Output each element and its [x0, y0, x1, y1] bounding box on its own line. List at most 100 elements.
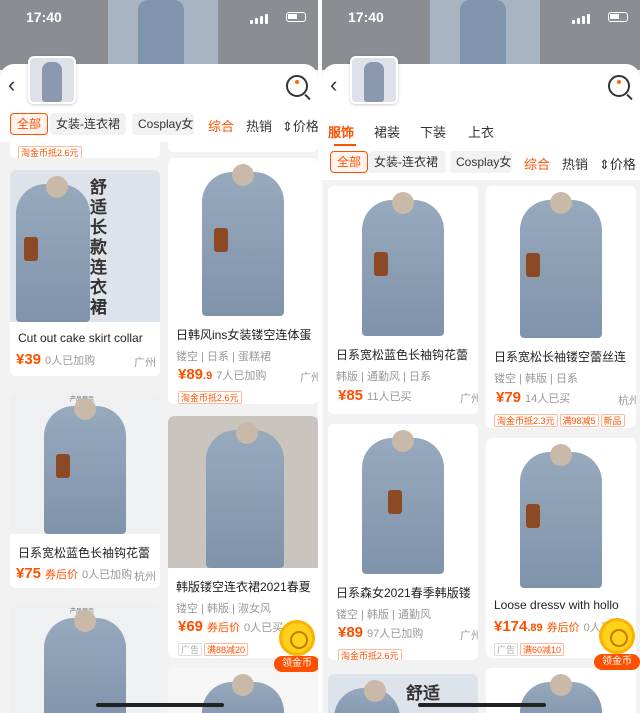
image-search-icon[interactable] — [608, 75, 630, 97]
coupon-label: 券后价 — [546, 622, 580, 634]
product-card[interactable]: 产品展示 — [10, 604, 160, 713]
ship-city: 广州 — [300, 372, 318, 384]
collect-coins-button[interactable]: 领金币 — [594, 618, 640, 672]
ad-badge: 广告 — [494, 643, 519, 656]
sort-arrows-icon: ⇕ — [599, 157, 610, 172]
product-tags: 镂空 | 日系 | 蛋糕裙 — [176, 351, 271, 363]
battery-icon — [608, 12, 628, 22]
new-badge: 新品 — [600, 414, 625, 427]
chip-cosplay[interactable]: Cosplay女 — [450, 151, 512, 173]
back-arrow-icon[interactable]: ‹ — [330, 74, 337, 96]
card-badges: 淘金币抵2.6元 — [178, 388, 244, 404]
tab-apparel[interactable]: 服饰 — [328, 122, 354, 141]
product-card-partial[interactable]: 淘金币抵2.6元 — [10, 142, 160, 158]
sales-count: 7人已加购 — [216, 370, 267, 382]
product-image[interactable] — [328, 424, 478, 574]
shop-header: ‹ — [0, 56, 318, 108]
product-image[interactable]: 舒适 — [328, 674, 478, 713]
sort-sales[interactable]: 热销 — [562, 154, 588, 173]
product-card[interactable]: 舒适长款连衣裙 Cut out cake skirt collar ¥39 0人已… — [10, 170, 160, 376]
chip-cosplay[interactable]: Cosplay女 — [132, 113, 194, 135]
sort-price[interactable]: ⇕价格 — [599, 154, 636, 173]
price-row: ¥85 11人已买 广州 — [338, 387, 478, 405]
filter-bar: 全部 女装-连衣裙 Cosplay女 综合 热销 ⇕价格 — [0, 108, 318, 142]
filter-bar: 全部 女装-连衣裙 Cosplay女 综合 热销 ⇕价格 — [322, 146, 640, 180]
card-badges: 淘金币抵2.3元 满98减5 新品 — [494, 411, 627, 427]
product-image[interactable]: 产品展示 — [10, 392, 160, 534]
sort-default[interactable]: 综合 — [524, 154, 550, 173]
back-arrow-icon[interactable]: ‹ — [8, 74, 15, 96]
chip-dress[interactable]: 女装-连衣裙 — [368, 151, 446, 173]
discount-badge: 满98减5 — [559, 414, 599, 427]
sales-count: 0人已加购 — [45, 355, 96, 367]
product-price: ¥69 — [178, 618, 204, 635]
left-screen: 17:40 ‹ 全部 女装-连衣裙 Cosplay女 综合 热销 ⇕价格 淘金币… — [0, 0, 318, 713]
product-price: ¥174.89 — [494, 618, 543, 635]
status-time: 17:40 — [348, 9, 384, 25]
search-image-thumbnail[interactable] — [28, 56, 76, 104]
sort-price-label: 价格 — [292, 119, 318, 134]
product-title: 日系宽松蓝色长袖钩花蕾 — [336, 348, 469, 362]
product-price: ¥75 — [16, 565, 42, 582]
product-image[interactable] — [328, 186, 478, 336]
product-tags: 镂空 | 韩版 | 淑女风 — [176, 603, 271, 615]
collect-coins-label: 领金币 — [274, 656, 318, 672]
product-title: Cut out cake skirt collar — [18, 331, 143, 345]
coin-badge: 淘金币抵2.3元 — [494, 414, 558, 427]
product-card-partial[interactable] — [168, 142, 318, 152]
home-indicator[interactable] — [96, 703, 224, 707]
product-card[interactable]: 日韩风ins女装镂空连体蛋 镂空 | 日系 | 蛋糕裙 ¥89.9 7人已加购 广… — [168, 158, 318, 404]
card-badges: 淘金币抵2.6元 — [338, 646, 404, 660]
sort-price[interactable]: ⇕价格 — [282, 116, 318, 135]
product-card[interactable]: 日系宽松蓝色长袖钩花蕾 韩版 | 通勤风 | 日系 ¥85 11人已买 广州 — [328, 186, 478, 414]
product-image[interactable]: 舒适长款连衣裙 — [10, 170, 160, 322]
image-search-icon[interactable] — [286, 75, 308, 97]
home-indicator[interactable] — [418, 703, 546, 707]
coupon-label: 券后价 — [45, 569, 79, 581]
search-image-thumbnail[interactable] — [350, 56, 398, 104]
image-caption-text: 舒适长款连衣裙 — [90, 178, 107, 317]
ship-city: 广州 — [134, 357, 156, 369]
ship-city: 杭州 — [134, 571, 156, 583]
chip-all[interactable]: 全部 — [10, 113, 49, 135]
product-tags: 韩版 | 通勤风 | 日系 — [336, 371, 431, 383]
tab-bottoms[interactable]: 下装 — [420, 122, 446, 141]
coin-badge: 淘金币抵2.6元 — [178, 391, 242, 404]
card-badges: 广告 满88减20 — [178, 640, 250, 656]
discount-badge: 满88减20 — [204, 643, 249, 656]
product-image[interactable] — [168, 158, 318, 316]
status-bar: 17:40 — [322, 0, 640, 34]
chip-dress[interactable]: 女装-连衣裙 — [50, 113, 126, 135]
product-card[interactable]: 日系宽松长袖镂空蕾丝连 镂空 | 韩版 | 日系 ¥79 14人已买 杭州 淘金币… — [486, 186, 636, 428]
price-row: ¥89 97人已加购 广州 — [338, 624, 478, 642]
product-image[interactable] — [486, 186, 636, 338]
product-tags: 镂空 | 韩版 | 通勤风 — [336, 609, 431, 621]
ship-city: 广州 — [460, 393, 478, 405]
product-card[interactable]: 舒适 — [328, 674, 478, 713]
sales-count: 97人已加购 — [367, 628, 424, 640]
collect-coins-button[interactable]: 领金币 — [274, 620, 318, 674]
product-price: ¥79 — [496, 389, 522, 406]
right-screen: 17:40 ‹ 服饰 裙装 下装 上衣 全部 女装-连衣裙 Cosplay女 综… — [322, 0, 640, 713]
product-image[interactable] — [486, 438, 636, 588]
price-row: ¥39 0人已加购 广州 — [16, 351, 156, 369]
sort-sales[interactable]: 热销 — [246, 116, 272, 135]
chip-all[interactable]: 全部 — [330, 151, 369, 173]
product-title: 日系森女2021春季韩版镂 — [336, 586, 471, 600]
product-price: ¥89 — [338, 624, 364, 641]
sort-default[interactable]: 综合 — [208, 116, 234, 135]
product-price: ¥89.9 — [178, 366, 213, 383]
shop-header: ‹ — [322, 56, 640, 108]
ship-city: 杭州 — [618, 395, 636, 407]
product-card[interactable]: 日系森女2021春季韩版镂 镂空 | 韩版 | 通勤风 ¥89 97人已加购 广州… — [328, 424, 478, 660]
product-image[interactable] — [168, 416, 318, 568]
product-price: ¥85 — [338, 387, 364, 404]
ad-badge: 广告 — [178, 643, 203, 656]
tab-tops[interactable]: 上衣 — [468, 122, 494, 141]
product-title: Loose dressv with hollo — [494, 598, 619, 612]
product-image[interactable]: 产品展示 — [10, 604, 160, 713]
tab-skirts[interactable]: 裙装 — [374, 122, 400, 141]
signal-icon — [250, 12, 290, 24]
product-card[interactable]: 产品展示 日系宽松蓝色长袖钩花蕾 ¥75券后价0人已加购 杭州 — [10, 392, 160, 588]
product-title: 韩版镂空连衣裙2021春夏 — [176, 580, 311, 594]
